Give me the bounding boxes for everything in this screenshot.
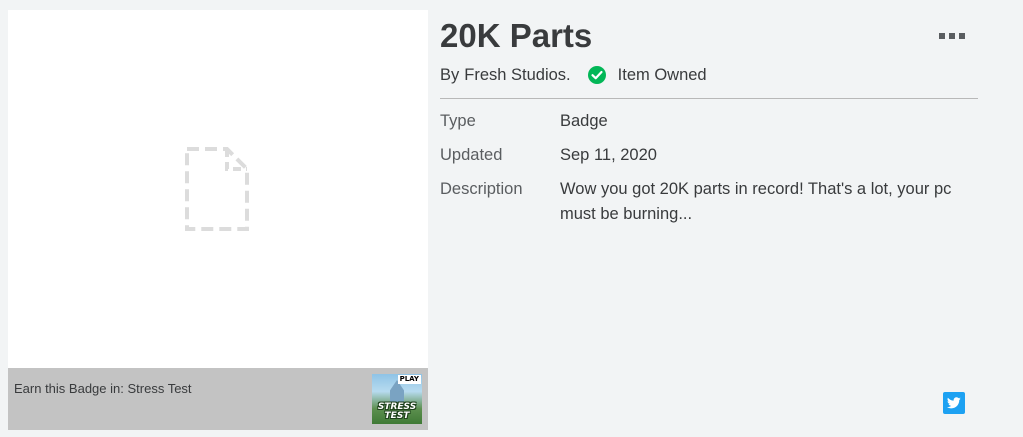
play-tag: PLAY <box>397 375 421 384</box>
by-prefix: By <box>440 65 460 84</box>
more-options-icon <box>949 33 955 39</box>
twitter-share-button[interactable] <box>943 392 965 414</box>
game-thumbnail-title: STRESS TEST <box>372 403 422 421</box>
item-owned-label: Item Owned <box>617 65 707 84</box>
game-thumbnail-title-line-2: TEST <box>384 411 410 421</box>
more-options-icon <box>939 33 945 39</box>
creator-link[interactable]: Fresh Studios. <box>464 66 570 85</box>
description-label: Description <box>440 180 523 198</box>
type-label: Type <box>440 112 476 130</box>
item-details-page: Earn this Badge in: Stress Test PLAY STR… <box>0 0 1023 437</box>
earn-badge-prefix: Earn this Badge in: <box>14 381 124 396</box>
twitter-icon <box>947 397 961 409</box>
more-options-icon <box>959 33 965 39</box>
updated-value: Sep 11, 2020 <box>560 146 657 164</box>
updated-label: Updated <box>440 146 503 164</box>
file-placeholder-icon <box>185 147 249 231</box>
more-options-button[interactable] <box>937 29 967 43</box>
earn-badge-bar[interactable]: Earn this Badge in: Stress Test PLAY STR… <box>8 368 428 430</box>
item-title: 20K Parts <box>440 17 593 54</box>
badge-thumbnail-panel: Earn this Badge in: Stress Test PLAY STR… <box>8 10 428 430</box>
item-byline: By Fresh Studios. Item Owned <box>440 64 707 86</box>
game-thumbnail[interactable]: PLAY STRESS TEST <box>372 374 422 424</box>
divider <box>440 98 978 99</box>
type-value: Badge <box>560 112 608 130</box>
check-circle-icon <box>587 66 606 84</box>
earn-badge-game-link[interactable]: Stress Test <box>127 381 191 396</box>
earn-badge-text: Earn this Badge in: Stress Test <box>14 381 192 396</box>
description-value: Wow you got 20K parts in record! That's … <box>560 180 952 223</box>
